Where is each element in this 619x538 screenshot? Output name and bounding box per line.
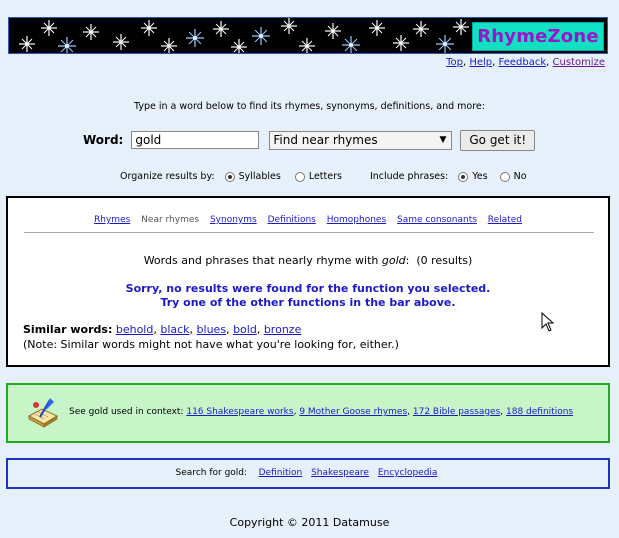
similar-word-link[interactable]: blues — [197, 323, 227, 336]
tab-related[interactable]: Related — [488, 215, 522, 225]
similar-word-link[interactable]: black — [160, 323, 189, 336]
similar-words: Similar words: behold, black, blues, bol… — [23, 323, 302, 336]
similar-word-link[interactable]: behold — [116, 323, 154, 336]
letters-radio[interactable] — [294, 171, 305, 182]
similar-word-link[interactable]: bold — [233, 323, 257, 336]
function-select[interactable]: Find near rhymes ▼ — [269, 130, 453, 150]
top-link-feedback[interactable]: Feedback — [499, 57, 547, 68]
similar-words-label: Similar words: — [23, 323, 113, 336]
copyright: Copyright © 2011 Datamuse — [229, 516, 390, 529]
context-link-shakespeare[interactable]: 116 Shakespeare works — [186, 407, 293, 417]
tab-near-rhymes: Near rhymes — [141, 215, 200, 225]
phrases-no-label: No — [513, 171, 527, 182]
phrases-no-radio[interactable] — [499, 171, 510, 182]
top-link-top[interactable]: Top — [446, 57, 463, 68]
organize-label: Organize results by: — [120, 171, 215, 182]
intro-text: Type in a word below to find its rhymes,… — [134, 101, 485, 112]
tabs-divider — [24, 232, 594, 233]
syllables-radio[interactable] — [224, 171, 235, 182]
tab-definitions[interactable]: Definitions — [268, 215, 316, 225]
function-select-value: Find near rhymes — [273, 132, 378, 147]
context-link-bible[interactable]: 172 Bible passages — [413, 407, 500, 417]
word-input[interactable] — [131, 131, 260, 149]
word-label: Word: — [83, 133, 124, 147]
search-for-encyclopedia-link[interactable]: Encyclopedia — [378, 468, 438, 478]
phrases-yes-radio[interactable] — [458, 171, 469, 182]
context-prefix: See gold used in context: — [69, 407, 184, 417]
mouse-cursor-icon — [541, 312, 555, 332]
search-for-definition-link[interactable]: Definition — [259, 468, 303, 478]
search-for-label: Search for gold: — [175, 468, 248, 478]
context-panel: See gold used in context: 116 Shakespear… — [6, 383, 610, 443]
results-heading-word: gold — [381, 254, 406, 267]
tab-same-consonants[interactable]: Same consonants — [397, 215, 477, 225]
context-link-mother-goose[interactable]: 9 Mother Goose rhymes — [299, 407, 407, 417]
phrases-yes-label: Yes — [472, 171, 488, 182]
syllables-label: Syllables — [238, 171, 281, 182]
results-heading-prefix: Words and phrases that nearly rhyme with — [143, 254, 379, 267]
go-button[interactable]: Go get it! — [460, 129, 536, 151]
results-heading: Words and phrases that nearly rhyme with… — [8, 254, 608, 267]
context-text: See gold used in context: 116 Shakespear… — [69, 407, 574, 417]
result-tabs: Rhymes Near rhymes Synonyms Definitions … — [8, 215, 608, 225]
tab-rhymes[interactable]: Rhymes — [94, 215, 130, 225]
result-count: (0 results) — [416, 254, 473, 267]
top-link-help[interactable]: Help — [469, 57, 492, 68]
no-results-line2: Try one of the other functions in the ba… — [160, 296, 456, 309]
book-quill-icon — [27, 398, 59, 428]
include-phrases-label: Include phrases: — [369, 171, 449, 182]
search-for-shakespeare-link[interactable]: Shakespeare — [311, 468, 369, 478]
results-heading-colon: : — [405, 254, 410, 267]
tab-synonyms[interactable]: Synonyms — [210, 215, 257, 225]
similar-word-link[interactable]: bronze — [264, 323, 302, 336]
tab-homophones[interactable]: Homophones — [327, 215, 386, 225]
options-row: Organize results by: Syllables Letters I… — [120, 171, 527, 182]
letters-label: Letters — [308, 171, 342, 182]
no-results-message: Sorry, no results were found for the fun… — [8, 282, 608, 310]
top-links: Top, Help, Feedback, Customize — [446, 57, 605, 68]
context-link-definitions[interactable]: 188 definitions — [506, 407, 573, 417]
similar-words-note: (Note: Similar words might not have what… — [23, 338, 399, 351]
search-for-panel: Search for gold: Definition Shakespeare … — [6, 458, 610, 489]
dropdown-arrow-icon: ▼ — [439, 134, 447, 145]
search-form: Word: Find near rhymes ▼ Go get it! — [83, 129, 536, 151]
no-results-line1: Sorry, no results were found for the fun… — [125, 282, 491, 295]
banner: RhymeZone — [8, 17, 608, 54]
rhymezone-logo[interactable]: RhymeZone — [472, 22, 604, 51]
results-panel: Rhymes Near rhymes Synonyms Definitions … — [6, 196, 610, 367]
top-link-customize[interactable]: Customize — [553, 57, 606, 68]
